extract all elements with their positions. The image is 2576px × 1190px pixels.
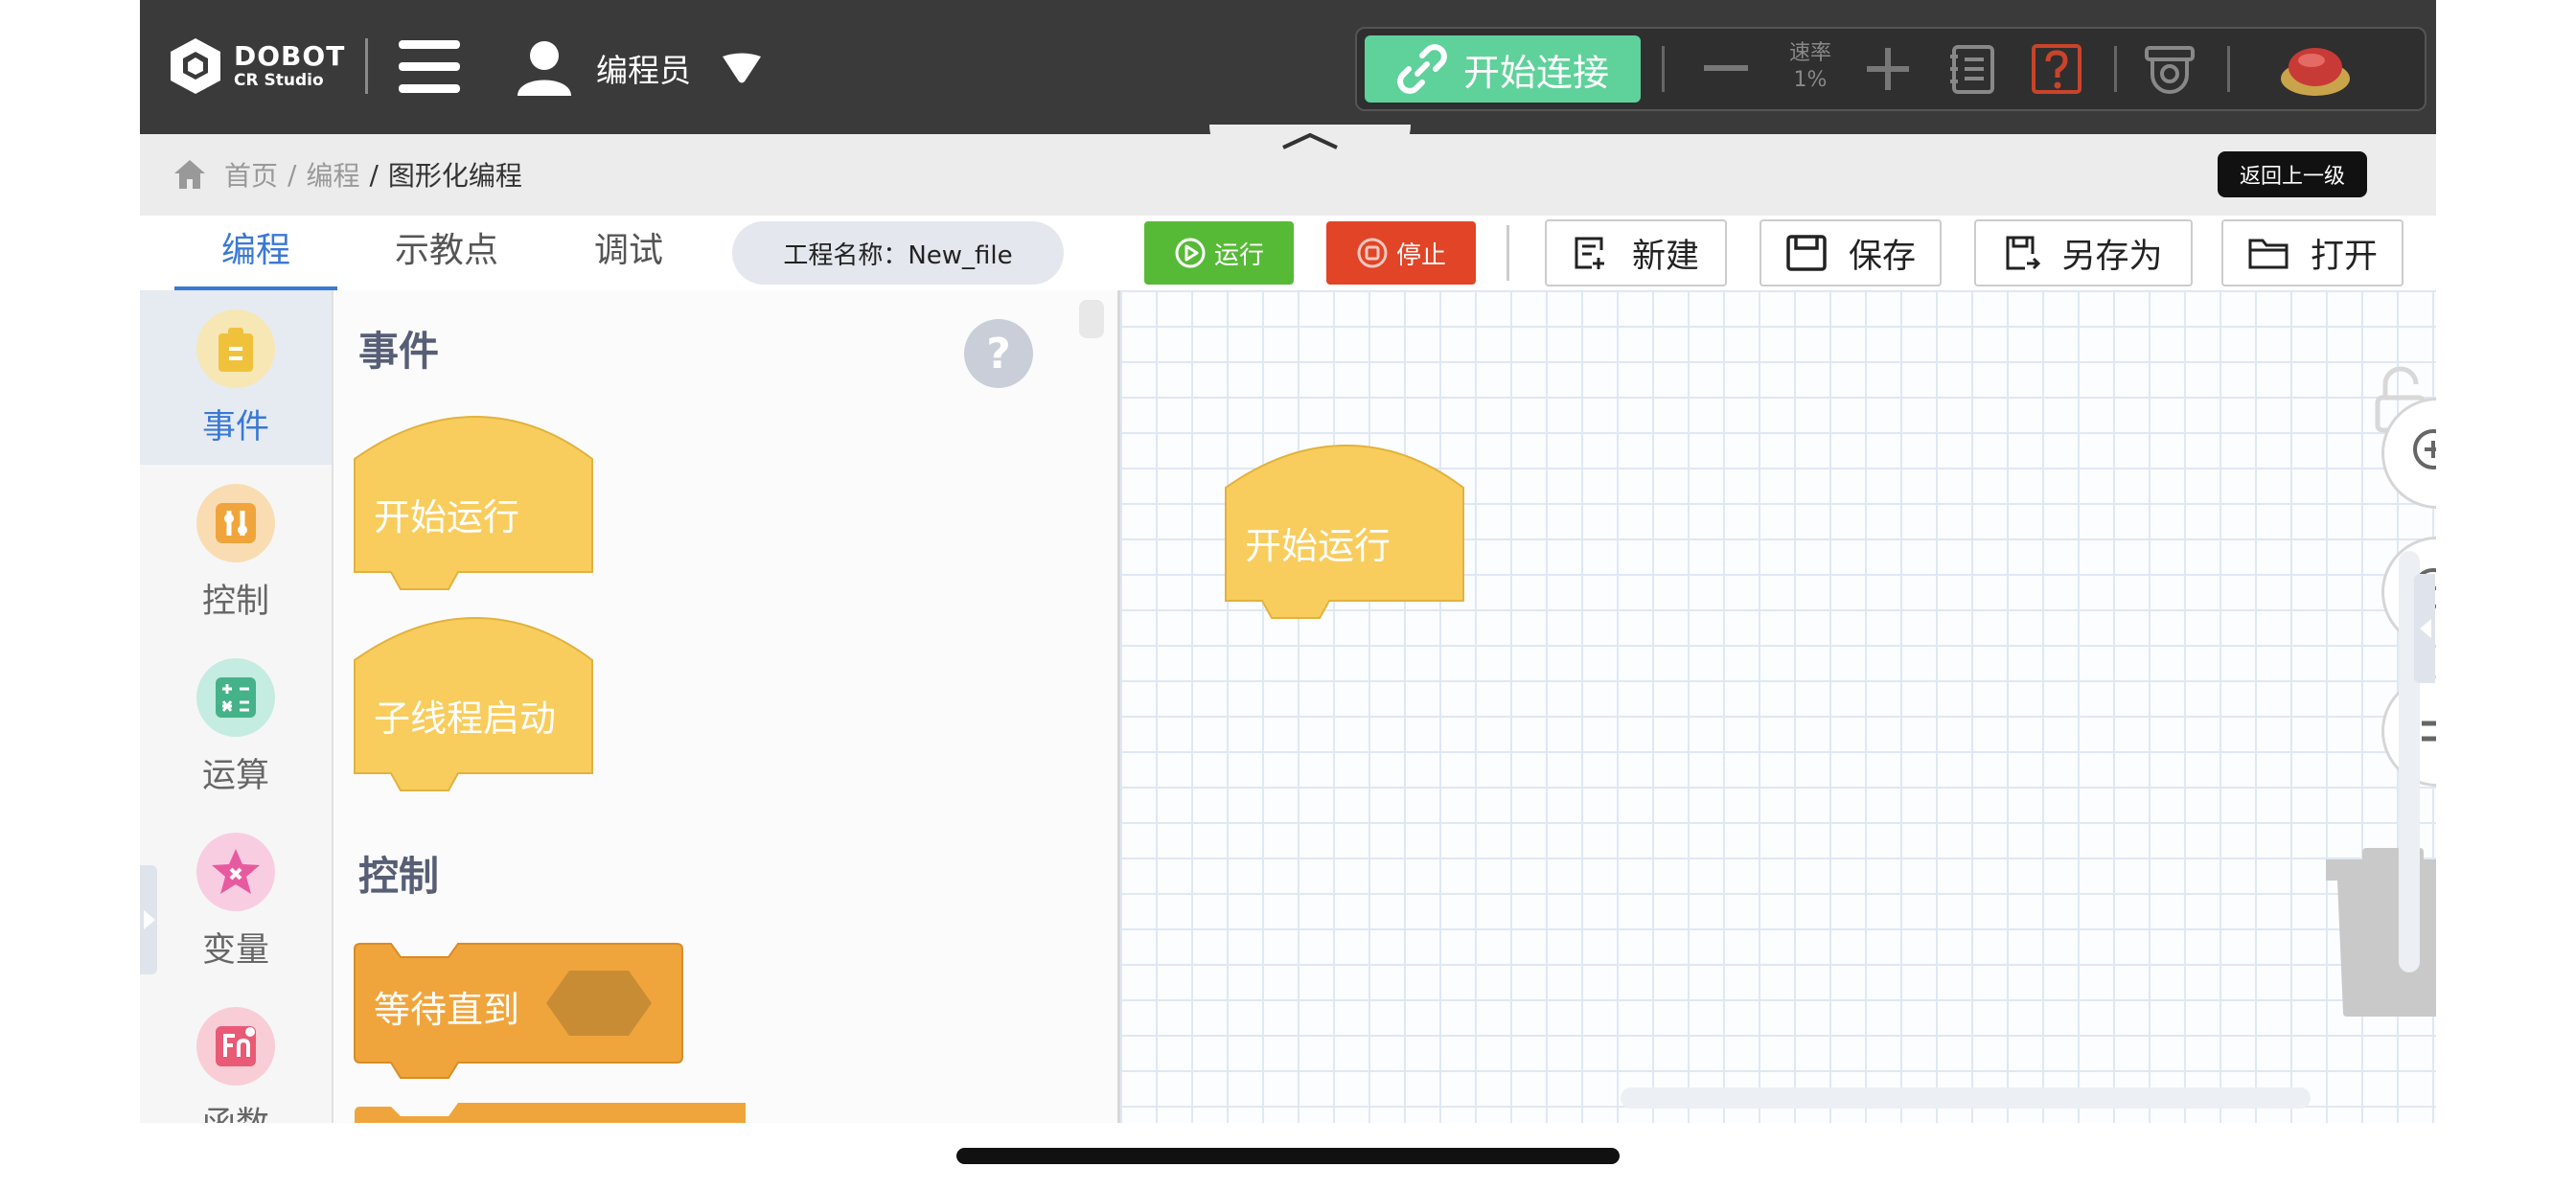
block-label: 等待直到 — [374, 989, 520, 1031]
category-label: 变量 — [201, 931, 269, 970]
toolbar: 编程 示教点 调试 工程名称：New_file 运行 停止 新建 保存 另存为 … — [140, 216, 2436, 292]
save-icon — [1786, 235, 1827, 271]
top-bar: DOBOT CR Studio 编程员 开始连接 速率 1% — [140, 0, 2436, 134]
save-as-icon — [2006, 236, 2041, 270]
workspace-block-start-run[interactable]: 开始运行 — [1224, 444, 1469, 624]
save-label: 保存 — [1848, 237, 1916, 276]
home-icon[interactable] — [172, 158, 207, 191]
dropdown-caret-icon[interactable] — [720, 52, 764, 84]
category-control[interactable]: 控制 — [140, 465, 332, 639]
divider — [2114, 46, 2117, 92]
alarm-help-icon[interactable] — [2030, 42, 2083, 96]
category-label: 事件 — [201, 408, 269, 446]
category-label: 函数 — [140, 1097, 332, 1123]
block-palette: 事件 ? 开始运行 子线程启动 控制 等待直到 — [334, 290, 1120, 1123]
breadcrumb: 首页 / 编程 / 图形化编程 — [172, 155, 522, 194]
speed-label: 速率 — [1788, 41, 1831, 65]
category-label: 运算 — [201, 757, 269, 795]
logo-hex-icon — [169, 36, 222, 96]
block-start-run[interactable]: 开始运行 — [353, 415, 598, 595]
stop-label: 停止 — [1395, 240, 1446, 270]
zoom-in-icon — [2413, 429, 2436, 469]
logo-title: DOBOT — [234, 40, 346, 72]
speed-readout: 速率 1% — [1777, 40, 1844, 94]
category-sidebar: 事件 控制 运算 变量 — [140, 290, 334, 1123]
right-panel-handle[interactable] — [2414, 574, 2435, 683]
connect-label: 开始连接 — [1462, 51, 1609, 94]
open-button[interactable]: 打开 — [2221, 219, 2404, 286]
events-category-icon — [196, 309, 275, 388]
camera-icon[interactable] — [2143, 42, 2196, 96]
breadcrumb-home[interactable]: 首页 — [224, 155, 278, 194]
dobot-logo: DOBOT CR Studio — [169, 36, 345, 96]
new-button[interactable]: 新建 — [1545, 219, 1727, 286]
connect-button[interactable]: 开始连接 — [1365, 35, 1641, 103]
save-button[interactable]: 保存 — [1760, 219, 1942, 286]
category-functions[interactable]: 函数 — [140, 988, 332, 1123]
block-wait-until[interactable]: 等待直到 — [353, 942, 684, 1086]
divider — [1506, 225, 1509, 281]
divider — [2227, 46, 2230, 92]
block-subthread-start[interactable]: 子线程启动 — [353, 616, 598, 796]
horizontal-scrollbar[interactable] — [1621, 1087, 2311, 1109]
logo-subtitle: CR Studio — [234, 71, 324, 90]
block-label: 开始运行 — [1245, 525, 1392, 567]
category-label: 控制 — [201, 583, 269, 621]
events-section-title: 事件 — [358, 328, 440, 375]
breadcrumb-programming[interactable]: 编程 — [306, 155, 359, 194]
functions-category-icon — [196, 1007, 275, 1086]
stop-icon — [1357, 238, 1388, 268]
category-variables[interactable]: 变量 — [140, 813, 332, 988]
help-icon[interactable]: ? — [964, 319, 1033, 388]
save-as-button[interactable]: 另存为 — [1974, 219, 2193, 286]
block-partial[interactable] — [353, 1103, 755, 1123]
tab-debug[interactable]: 调试 — [581, 227, 677, 286]
collapse-header-toggle[interactable] — [1209, 125, 1411, 169]
divider — [365, 38, 368, 94]
back-button[interactable]: 返回上一级 — [2218, 151, 2367, 197]
tab-programming[interactable]: 编程 — [174, 227, 337, 291]
device-control-panel: 开始连接 速率 1% — [1355, 27, 2426, 111]
user-name: 编程员 — [596, 52, 691, 89]
hamburger-menu-icon[interactable] — [399, 40, 460, 94]
divider — [1662, 46, 1665, 92]
block-label: 开始运行 — [374, 496, 520, 538]
run-label: 运行 — [1213, 240, 1264, 270]
breadcrumb-current: 图形化编程 — [387, 160, 522, 192]
user-menu[interactable]: 编程员 — [516, 34, 764, 102]
emergency-stop-button[interactable] — [2277, 42, 2354, 96]
speed-decrease-button[interactable] — [1704, 65, 1748, 71]
log-book-icon[interactable] — [1945, 42, 1999, 96]
folder-icon — [2248, 239, 2288, 269]
sidebar-collapse-handle[interactable] — [140, 865, 157, 974]
open-label: 打开 — [2310, 237, 2378, 276]
category-events[interactable]: 事件 — [140, 290, 332, 465]
link-icon — [1397, 44, 1447, 94]
chevron-up-icon — [1282, 132, 1338, 149]
workspace-canvas[interactable]: 开始运行 — [1120, 290, 2436, 1123]
block-label: 子线程启动 — [374, 698, 557, 740]
operators-category-icon — [196, 658, 275, 737]
new-file-icon — [1575, 237, 1604, 269]
app-window: DOBOT CR Studio 编程员 开始连接 速率 1% 首页 / 编程 /… — [140, 0, 2436, 1123]
category-operators[interactable]: 运算 — [140, 639, 332, 813]
new-label: 新建 — [1631, 237, 1699, 276]
project-name-field[interactable]: 工程名称：New_file — [732, 221, 1064, 285]
variables-category-icon — [196, 833, 275, 911]
play-icon — [1175, 238, 1206, 268]
run-button[interactable]: 运行 — [1144, 221, 1294, 285]
stop-button[interactable]: 停止 — [1326, 221, 1476, 285]
home-indicator[interactable] — [956, 1148, 1620, 1164]
save-as-label: 另存为 — [2061, 237, 2163, 276]
control-category-icon — [196, 484, 275, 562]
user-avatar-icon — [518, 41, 571, 96]
speed-increase-button[interactable] — [1865, 46, 1911, 92]
speed-value: 1% — [1793, 68, 1828, 92]
tab-teach-points[interactable]: 示教点 — [380, 227, 514, 286]
control-section-title: 控制 — [358, 853, 440, 900]
palette-scrollbar[interactable] — [1079, 300, 1104, 338]
